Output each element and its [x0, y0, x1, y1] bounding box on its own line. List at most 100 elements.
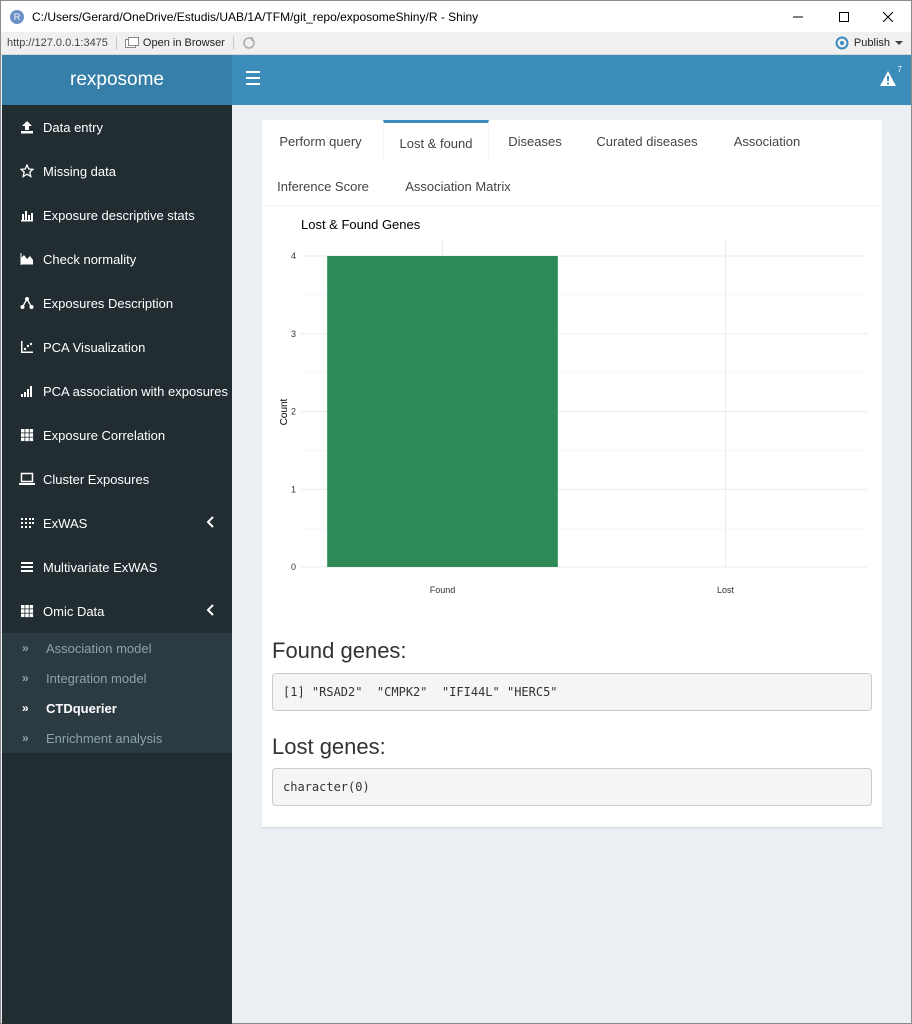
sidebar-toggle-button[interactable] [246, 71, 260, 85]
viewer-toolbar: http://127.0.0.1:3475 Open in Browser Pu… [1, 32, 911, 55]
browser-icon [124, 37, 139, 48]
tab-perform-query[interactable]: Perform query [262, 120, 379, 163]
sidebar-item-label: Data entry [43, 119, 103, 135]
sidebar-item-exposure-correlation[interactable]: Exposure Correlation [2, 413, 232, 457]
sidebar-item-label: ExWAS [43, 515, 88, 531]
tab-inference-score[interactable]: Inference Score [262, 165, 384, 208]
app-logo[interactable]: rexposome [2, 55, 232, 105]
sidebar-item-cluster-exposures[interactable]: Cluster Exposures [2, 457, 232, 501]
sidebar-item-exposure-descriptive-stats[interactable]: Exposure descriptive stats [2, 193, 232, 237]
scatter-icon [19, 339, 35, 355]
found-genes-output: [1] "RSAD2" "CMPK2" "IFI44L" "HERC5" [272, 673, 872, 711]
double-chevron-right-icon: » [22, 641, 29, 655]
submenu-item-label: CTDquerier [46, 700, 117, 716]
toolbar-separator [115, 36, 117, 50]
sidebar-item-label: Cluster Exposures [43, 471, 150, 487]
maximize-button[interactable] [821, 1, 867, 32]
notification-count: 7 [897, 65, 902, 74]
publish-label: Publish [853, 37, 890, 49]
chart-title: Lost & Found Genes [301, 217, 421, 232]
double-chevron-right-icon: » [22, 731, 29, 745]
sidebar-item-label: Exposure Correlation [43, 427, 166, 443]
chart-y-tick-label: 4 [291, 251, 296, 261]
tab-bar: Perform query Lost & found Diseases Cura… [262, 120, 882, 206]
double-chevron-right-icon: » [22, 701, 29, 715]
tab-lost-and-found[interactable]: Lost & found [383, 120, 489, 163]
publish-icon [835, 36, 849, 50]
sidebar-item-label: Check normality [43, 251, 137, 267]
sidebar-item-exwas[interactable]: ExWAS [2, 501, 232, 545]
open-in-browser-label: Open in Browser [142, 37, 225, 49]
close-button[interactable] [865, 1, 911, 32]
app-window: R C:/Users/Gerard/OneDrive/Estudis/UAB/1… [0, 0, 912, 1024]
close-icon [883, 11, 893, 22]
submenu-item-association-model[interactable]: » Association model [2, 633, 232, 663]
bar-chart-icon [19, 207, 35, 223]
dots-grid-icon [19, 515, 35, 531]
grid-icon [19, 427, 35, 443]
lost-genes-heading: Lost genes: [272, 734, 386, 759]
sidebar-item-exposures-description[interactable]: Exposures Description [2, 281, 232, 325]
lost-found-bar-chart: Lost & Found Genes Count 0 1 2 3 4 Found Lost [279, 217, 867, 595]
grid-icon [19, 603, 35, 619]
submenu-item-ctdquerier[interactable]: » CTDquerier [2, 693, 232, 723]
tab-association[interactable]: Association [717, 120, 817, 163]
chart-y-tick-label: 3 [291, 329, 296, 339]
chart-y-tick-label: 0 [291, 562, 296, 572]
sidebar-item-label: Missing data [43, 163, 116, 179]
url-text: http://127.0.0.1:3475 [7, 37, 108, 49]
chart-y-tick-label: 2 [291, 407, 296, 417]
window-title: C:/Users/Gerard/OneDrive/Estudis/UAB/1A/… [32, 9, 479, 24]
chevron-down-icon [895, 41, 903, 45]
maximize-icon [839, 11, 849, 22]
r-logo-icon: R [10, 9, 24, 24]
sidebar-item-multivariate-exwas[interactable]: Multivariate ExWAS [2, 545, 232, 589]
omic-data-submenu: » Association model » Integration model … [2, 633, 232, 753]
refresh-icon [243, 37, 255, 49]
chevron-left-icon [206, 516, 214, 528]
sidebar-item-data-entry[interactable]: Data entry [2, 105, 232, 149]
tab-diseases[interactable]: Diseases [493, 120, 577, 163]
sidebar-item-omic-data[interactable]: Omic Data [2, 589, 232, 633]
chart-bar-found [327, 256, 558, 567]
title-bar: R C:/Users/Gerard/OneDrive/Estudis/UAB/1… [1, 1, 911, 32]
sidebar-item-pca-visualization[interactable]: PCA Visualization [2, 325, 232, 369]
chart-x-tick-label: Lost [717, 585, 735, 595]
refresh-button[interactable] [242, 36, 256, 50]
chevron-left-icon [206, 604, 214, 616]
chart-x-tick-label: Found [430, 585, 456, 595]
sidebar-item-label: Omic Data [43, 603, 105, 619]
notifications-button[interactable]: 7 [879, 65, 902, 88]
sidebar-item-pca-association[interactable]: PCA association with exposures [2, 369, 232, 413]
sidebar-item-missing-data[interactable]: Missing data [2, 149, 232, 193]
open-in-browser-button[interactable]: Open in Browser [124, 37, 225, 49]
area-chart-icon [19, 251, 35, 267]
chart-y-tick-label: 1 [291, 484, 296, 494]
toolbar-separator [232, 36, 234, 50]
lost-genes-output: character(0) [272, 768, 872, 806]
sidebar-item-label: Multivariate ExWAS [43, 559, 158, 575]
submenu-item-enrichment-analysis[interactable]: » Enrichment analysis [2, 723, 232, 753]
sidebar: Data entry Missing data Exposure descrip… [2, 105, 232, 1024]
submenu-item-integration-model[interactable]: » Integration model [2, 663, 232, 693]
minimize-icon [793, 16, 803, 17]
sidebar-item-label: PCA association with exposures [43, 383, 228, 399]
tabset-box: Perform query Lost & found Diseases Cura… [262, 120, 882, 827]
sidebar-item-label: Exposures Description [43, 295, 174, 311]
publish-button[interactable]: Publish [835, 36, 903, 50]
sidebar-item-label: Exposure descriptive stats [43, 207, 195, 223]
star-icon [19, 163, 35, 179]
tab-curated-diseases[interactable]: Curated diseases [581, 120, 713, 163]
laptop-icon [19, 471, 35, 487]
minimize-button[interactable] [775, 1, 821, 32]
signal-icon [19, 383, 35, 399]
tab-association-matrix[interactable]: Association Matrix [388, 165, 528, 208]
submenu-item-label: Association model [46, 640, 152, 656]
top-navbar: 7 [232, 55, 911, 105]
submenu-item-label: Enrichment analysis [46, 730, 163, 746]
found-genes-heading: Found genes: [272, 638, 407, 663]
sidebar-item-check-normality[interactable]: Check normality [2, 237, 232, 281]
sidebar-item-label: PCA Visualization [43, 339, 146, 355]
list-icon [19, 559, 35, 575]
submenu-item-label: Integration model [46, 670, 147, 686]
